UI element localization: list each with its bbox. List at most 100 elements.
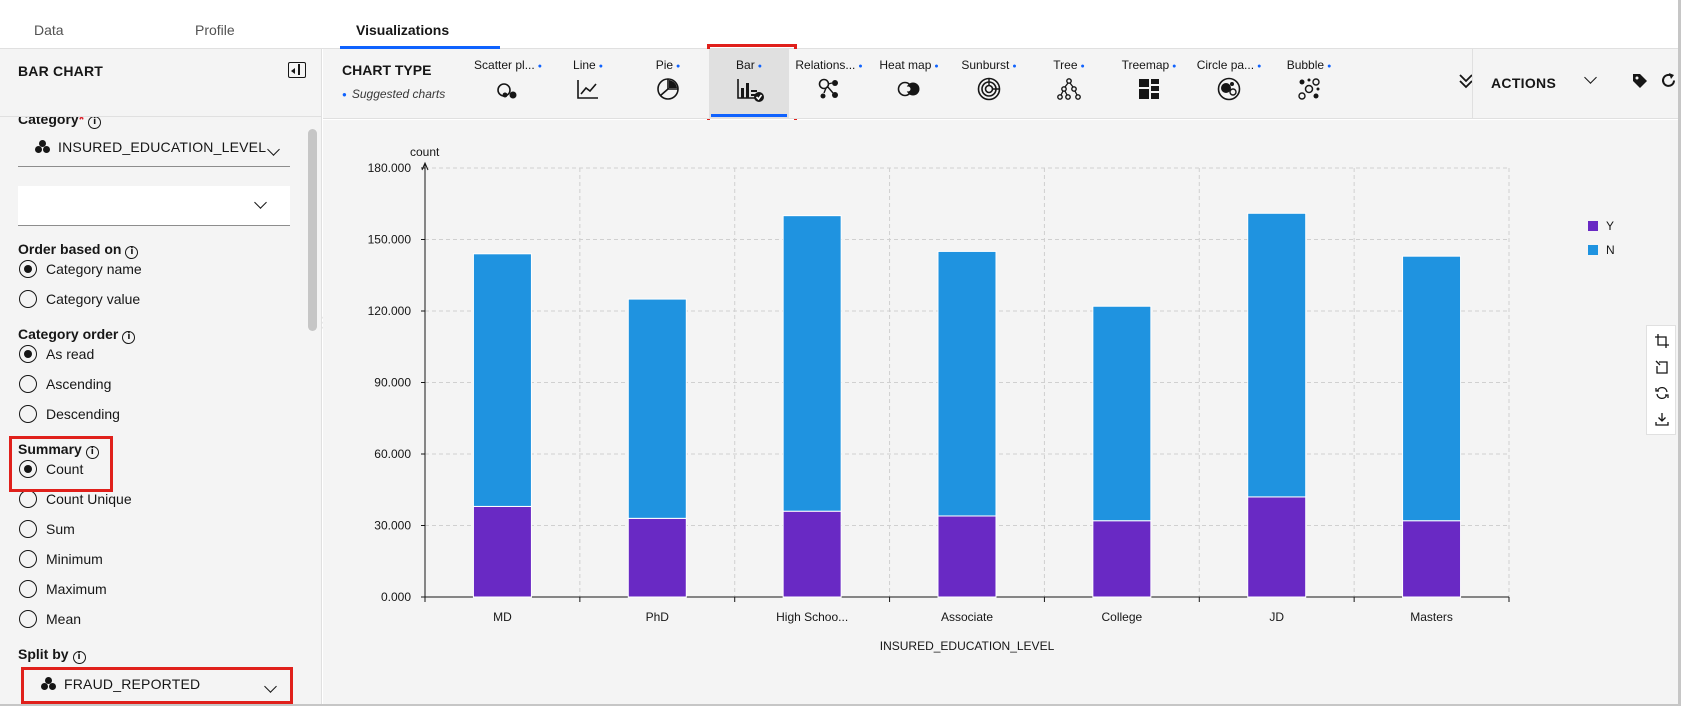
chart-type-circle-packing[interactable]: Circle pa...	[1189, 49, 1269, 119]
info-icon[interactable]: i	[122, 331, 136, 344]
zoom-select-icon[interactable]	[1655, 334, 1669, 348]
split-by-select[interactable]: FRAUD_REPORTED	[24, 664, 286, 704]
info-icon[interactable]: i	[125, 246, 139, 259]
chart-type-bubble[interactable]: Bubble	[1269, 49, 1349, 119]
chart-type-relationship[interactable]: Relations...	[789, 49, 869, 119]
radio-label: As read	[46, 346, 95, 362]
panel-title: BAR CHART	[18, 63, 104, 79]
radio-label: Count Unique	[46, 491, 132, 507]
tab-profile[interactable]: Profile	[195, 0, 235, 49]
secondary-select[interactable]	[18, 186, 290, 226]
bar-segment-n	[1092, 305, 1152, 522]
category-select[interactable]: INSURED_EDUCATION_LEVEL	[18, 127, 290, 167]
chart-type-label: Treemap	[1109, 58, 1189, 72]
x-tick-label: JD	[1269, 610, 1284, 624]
bar-segment-y	[1402, 520, 1462, 598]
download-icon[interactable]	[1655, 412, 1669, 426]
chart-type-heat-map[interactable]: Heat map	[869, 49, 949, 119]
radio-label: Minimum	[46, 551, 103, 567]
panel-scrollbar[interactable]	[308, 129, 317, 331]
collapse-panel-icon[interactable]	[288, 62, 306, 78]
radio-button[interactable]	[19, 375, 37, 393]
info-icon[interactable]: i	[72, 651, 86, 664]
tab-visualizations[interactable]: Visualizations	[356, 0, 449, 49]
radio-button[interactable]	[19, 260, 37, 278]
radio-label: Category value	[46, 291, 141, 307]
y-tick-label: 90.000	[374, 376, 411, 390]
chevron-down-icon	[264, 680, 277, 693]
zoom-reset-icon[interactable]	[1655, 360, 1669, 374]
chart-type-treemap[interactable]: Treemap	[1109, 49, 1189, 119]
chart-type-pie[interactable]: Pie	[628, 49, 708, 119]
chart-type-label: Bubble	[1269, 58, 1349, 72]
summary-label: Summary i	[18, 441, 99, 459]
chart-type-label: Sunburst	[949, 58, 1029, 72]
category-select-value: INSURED_EDUCATION_LEVEL	[58, 139, 267, 155]
chart-settings-panel: BAR CHART Category* i INSURED_EDUCATION_L…	[0, 49, 322, 706]
chart-type-sunburst[interactable]: Sunburst	[949, 49, 1029, 119]
y-tick-label: 120.000	[368, 304, 412, 318]
tag-icon[interactable]	[1632, 73, 1648, 89]
x-tick-label: Masters	[1410, 610, 1453, 624]
order-based-on-label: Order based on i	[18, 241, 139, 259]
bar-segment-y	[782, 510, 842, 598]
reset-icon[interactable]	[1655, 386, 1669, 400]
split-by-select-value: FRAUD_REPORTED	[64, 676, 201, 692]
bar-segment-n	[1247, 212, 1307, 498]
chart-type-bar[interactable]: Bar	[709, 49, 789, 119]
radio-button[interactable]	[19, 610, 37, 628]
chart-tools	[1646, 325, 1676, 435]
y-tick-label: 0.000	[381, 590, 411, 604]
y-tick-label: 30.000	[374, 519, 411, 533]
radio-label: Sum	[46, 521, 75, 537]
radio-label: Descending	[46, 406, 120, 422]
chart-canvas: 0.000 30.000 60.000 90.000 120.000 150.000 180…	[323, 120, 1681, 706]
scatter-icon	[497, 83, 517, 99]
radio-label: Mean	[46, 611, 82, 627]
bar-segment-y	[1247, 496, 1307, 598]
pie-chart-icon	[657, 78, 679, 100]
bar-chart-icon	[737, 79, 764, 102]
tab-data[interactable]: Data	[34, 0, 64, 49]
radio-button[interactable]	[19, 490, 37, 508]
radio-button[interactable]	[19, 460, 37, 478]
view-tabs: Data Profile Visualizations	[0, 0, 1681, 49]
order-based-on-label-text: Order based on	[18, 241, 122, 257]
chart-type-line[interactable]: Line	[548, 49, 628, 119]
bar-segment-n	[472, 253, 532, 507]
radio-button[interactable]	[19, 520, 37, 538]
y-tick-label: 150.000	[368, 233, 412, 247]
panel-header: BAR CHART	[0, 49, 321, 117]
y-tick-label: 60.000	[374, 447, 411, 461]
radio-button[interactable]	[19, 550, 37, 568]
chart-type-label: Bar	[709, 58, 789, 72]
x-axis-title: INSURED_EDUCATION_LEVEL	[880, 639, 1055, 653]
x-tick-label: PhD	[646, 610, 670, 624]
actions-label: ACTIONS	[1491, 75, 1557, 91]
refresh-icon[interactable]	[1660, 72, 1677, 89]
bar-segment-n	[937, 250, 997, 517]
bar-segment-y	[937, 515, 997, 598]
chart-type-label: Relations...	[789, 58, 869, 72]
bubble-icon	[1298, 78, 1320, 100]
legend-label: Y	[1606, 219, 1614, 233]
chevron-down-icon	[1584, 71, 1597, 84]
chart-type-scatter[interactable]: Scatter pl...	[468, 49, 548, 119]
split-by-label-text: Split by	[18, 646, 69, 662]
chart-type-label: Tree	[1029, 58, 1109, 72]
info-icon[interactable]: i	[85, 446, 99, 459]
suggested-charts-legend: Suggested charts	[342, 87, 445, 101]
chart-type-label: Line	[548, 58, 628, 72]
radio-button[interactable]	[19, 405, 37, 423]
chevron-down-icon	[267, 143, 280, 156]
radio-button[interactable]	[19, 345, 37, 363]
radio-button[interactable]	[19, 580, 37, 598]
chart-type-tree[interactable]: Tree	[1029, 49, 1109, 119]
circle-packing-icon	[1217, 77, 1241, 101]
radio-button[interactable]	[19, 290, 37, 308]
chart-type-label: Circle pa...	[1189, 58, 1269, 72]
x-tick-label: Associate	[941, 610, 993, 624]
category-order-label: Category order i	[18, 326, 136, 344]
legend-swatch	[1588, 245, 1598, 255]
actions-menu[interactable]: ACTIONS	[1472, 49, 1681, 119]
